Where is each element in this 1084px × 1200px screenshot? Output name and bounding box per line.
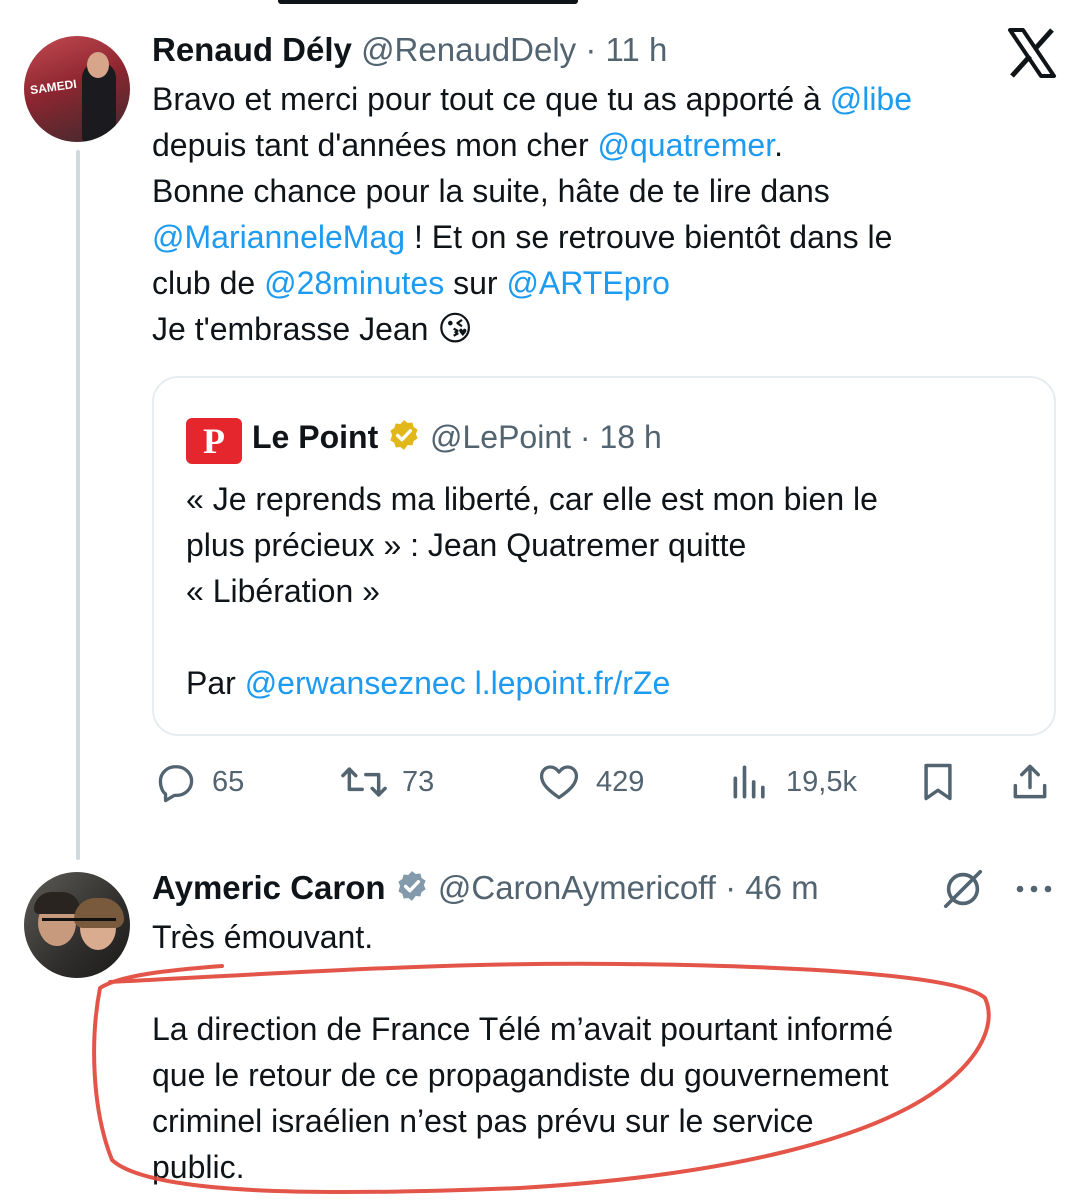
red-annotation-circle xyxy=(92,961,991,1195)
